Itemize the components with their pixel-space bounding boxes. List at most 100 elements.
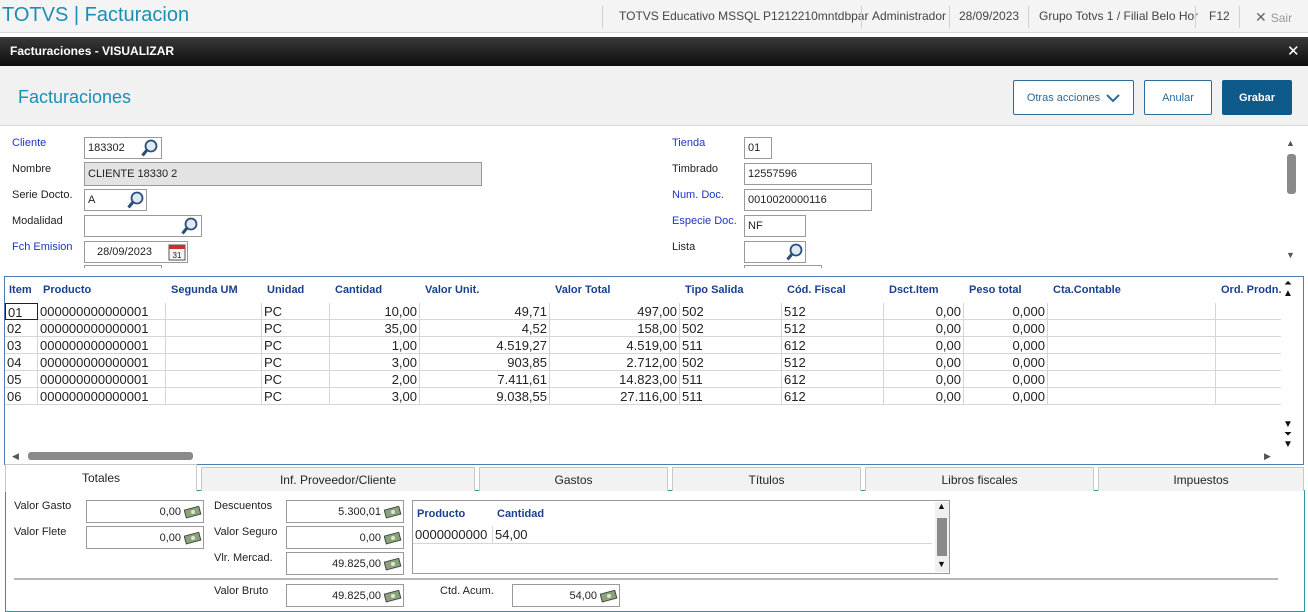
cell-weight[interactable]: 0,000 [964, 388, 1048, 405]
cell-item[interactable]: 04 [5, 354, 38, 371]
scroll-down-icon[interactable]: ▼ [1286, 250, 1295, 260]
column-header-unit-value[interactable]: Valor Unit. [425, 284, 479, 296]
cell-unit[interactable]: PC [262, 371, 330, 388]
cell-total-value[interactable]: 158,00 [550, 320, 680, 337]
cell-unit[interactable]: PC [262, 354, 330, 371]
table-row[interactable]: 01 000000000000001 PC 10,00 49,71 497,00… [5, 303, 1281, 320]
cell-discount[interactable]: 0,00 [884, 388, 964, 405]
cell-total-value[interactable]: 27.116,00 [550, 388, 680, 405]
column-header-account[interactable]: Cta.Contable [1053, 284, 1121, 296]
doc-number-field[interactable]: 0010020000116 [744, 189, 872, 211]
exit-button[interactable]: ✕ Sair [1255, 9, 1292, 26]
money-icon[interactable] [384, 505, 402, 519]
cell-discount[interactable]: 0,00 [884, 371, 964, 388]
cell-discount[interactable]: 0,00 [884, 320, 964, 337]
grid-hscrollbar-thumb[interactable] [28, 452, 193, 460]
cell-second-um[interactable] [166, 337, 262, 354]
scroll-down-icon[interactable]: ▼ [937, 559, 946, 569]
column-header-second-um[interactable]: Segunda UM [171, 284, 238, 296]
cell-account[interactable] [1048, 371, 1216, 388]
tab-titles[interactable]: Títulos [672, 467, 861, 491]
cell-account[interactable] [1048, 320, 1216, 337]
table-row[interactable]: 03 000000000000001 PC 1,00 4.519,27 4.51… [5, 337, 1281, 354]
scroll-up-icon[interactable]: ▲ [1286, 138, 1295, 148]
grid-scroll-top-icon[interactable]: ⏶ ▲ [1283, 279, 1293, 299]
cell-fiscal-code[interactable]: 512 [782, 354, 884, 371]
cell-quantity[interactable]: 35,00 [330, 320, 420, 337]
cell-unit[interactable]: PC [262, 388, 330, 405]
summary-header-product[interactable]: Producto [417, 508, 465, 520]
cell-unit[interactable]: PC [262, 320, 330, 337]
search-icon[interactable] [141, 139, 159, 157]
summary-scrollbar-thumb[interactable] [937, 518, 947, 556]
scroll-up-icon[interactable]: ▲ [937, 501, 946, 511]
cell-total-value[interactable]: 14.823,00 [550, 371, 680, 388]
cell-fiscal-code[interactable]: 512 [782, 320, 884, 337]
summary-cell-product[interactable]: 0000000000 [413, 526, 493, 543]
cell-quantity[interactable]: 3,00 [330, 388, 420, 405]
search-icon[interactable] [181, 217, 199, 235]
table-row[interactable]: 06 000000000000001 PC 3,00 9.038,55 27.1… [5, 388, 1281, 405]
cell-product[interactable]: 000000000000001 [38, 303, 166, 320]
cell-quantity[interactable]: 2,00 [330, 371, 420, 388]
cell-unit[interactable]: PC [262, 337, 330, 354]
table-row[interactable]: 05 000000000000001 PC 2,00 7.411,61 14.8… [5, 371, 1281, 388]
money-icon[interactable] [384, 531, 402, 545]
cell-product[interactable]: 000000000000001 [38, 337, 166, 354]
cell-fiscal-code[interactable]: 612 [782, 388, 884, 405]
cell-item[interactable]: 02 [5, 320, 38, 337]
calendar-icon[interactable]: 31 [168, 243, 186, 261]
column-header-unit[interactable]: Unidad [267, 284, 304, 296]
cell-unit-value[interactable]: 4.519,27 [420, 337, 550, 354]
column-header-exit-type[interactable]: Tipo Salida [685, 284, 743, 296]
summary-cell-quantity[interactable]: 54,00 [493, 526, 932, 543]
cell-account[interactable] [1048, 337, 1216, 354]
cell-exit-type[interactable]: 511 [680, 337, 782, 354]
cell-fiscal-code[interactable]: 612 [782, 337, 884, 354]
column-header-fiscal-code[interactable]: Cód. Fiscal [787, 284, 846, 296]
branch-label[interactable]: Grupo Totvs 1 / Filial Belo Hor [1039, 9, 1198, 23]
column-header-total-weight[interactable]: Peso total [969, 284, 1022, 296]
close-window-icon[interactable]: ✕ [1287, 42, 1300, 60]
search-icon[interactable] [786, 243, 804, 261]
money-icon[interactable] [384, 557, 402, 571]
cell-account[interactable] [1048, 303, 1216, 320]
cell-weight[interactable]: 0,000 [964, 320, 1048, 337]
form-scrollbar-thumb[interactable] [1287, 154, 1296, 194]
table-row[interactable]: 02 000000000000001 PC 35,00 4,52 158,00 … [5, 320, 1281, 337]
summary-scrollbar[interactable]: ▲ ▼ [935, 501, 949, 572]
cell-fiscal-code[interactable]: 612 [782, 371, 884, 388]
date-label[interactable]: 28/09/2023 [959, 9, 1019, 23]
cell-unit-value[interactable]: 4,52 [420, 320, 550, 337]
scroll-left-icon[interactable]: ◀ [12, 451, 19, 462]
scroll-right-icon[interactable]: ▶ [1264, 451, 1271, 462]
cell-total-value[interactable]: 4.519,00 [550, 337, 680, 354]
tab-taxes[interactable]: Impuestos [1098, 467, 1304, 491]
cell-second-um[interactable] [166, 354, 262, 371]
money-icon[interactable] [184, 505, 202, 519]
column-header-item[interactable]: Item [9, 284, 32, 296]
cell-discount[interactable]: 0,00 [884, 337, 964, 354]
user-label[interactable]: Administrador [872, 9, 946, 23]
column-header-product[interactable]: Producto [43, 284, 91, 296]
cell-unit-value[interactable]: 903,85 [420, 354, 550, 371]
cell-discount[interactable]: 0,00 [884, 303, 964, 320]
cell-product[interactable]: 000000000000001 [38, 388, 166, 405]
cell-product[interactable]: 000000000000001 [38, 371, 166, 388]
stamp-field[interactable]: 12557596 [744, 163, 872, 185]
cell-item[interactable]: 03 [5, 337, 38, 354]
cell-product[interactable]: 000000000000001 [38, 320, 166, 337]
cell-product[interactable]: 000000000000001 [38, 354, 166, 371]
cell-item[interactable]: 01 [5, 303, 38, 320]
cell-exit-type[interactable]: 502 [680, 354, 782, 371]
other-actions-button[interactable]: Otras acciones [1013, 80, 1134, 115]
cell-weight[interactable]: 0,000 [964, 337, 1048, 354]
cell-second-um[interactable] [166, 303, 262, 320]
cell-quantity[interactable]: 10,00 [330, 303, 420, 320]
cell-account[interactable] [1048, 354, 1216, 371]
money-icon[interactable] [600, 589, 618, 603]
summary-header-quantity[interactable]: Cantidad [497, 508, 544, 520]
cell-second-um[interactable] [166, 320, 262, 337]
cell-weight[interactable]: 0,000 [964, 354, 1048, 371]
cell-quantity[interactable]: 1,00 [330, 337, 420, 354]
